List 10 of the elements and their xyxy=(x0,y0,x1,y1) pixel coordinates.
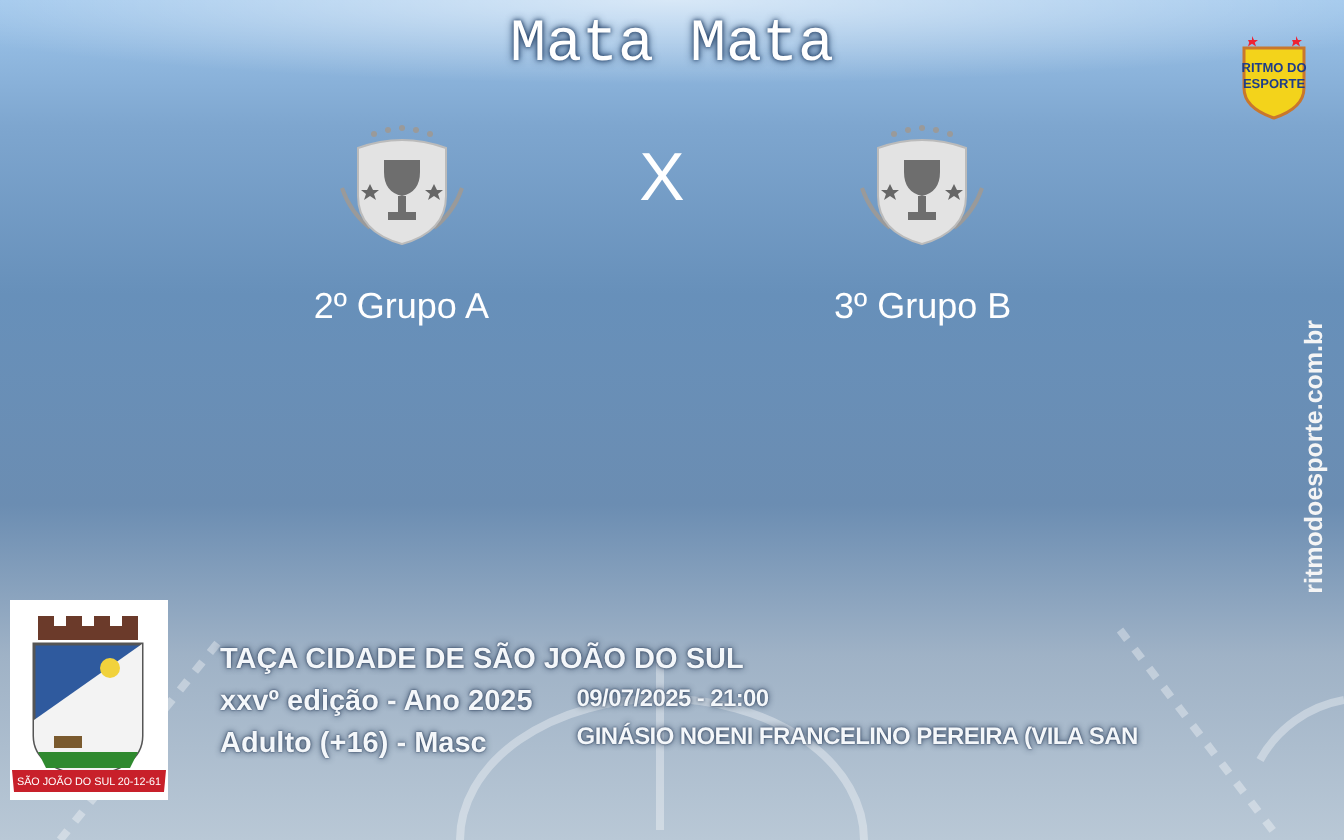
match-datetime: 09/07/2025 - 21:00 xyxy=(576,682,771,717)
poster-title: Mata Mata xyxy=(509,16,835,76)
competition-name: TAÇA CIDADE DE SÃO JOÃO DO SUL xyxy=(220,640,746,680)
edition-text: xxvº edição - Ano 2025 xyxy=(220,684,533,723)
versus-mark: X xyxy=(639,144,685,212)
venue-name: GINÁSIO NOENI FRANCELINO PEREIRA (VILA SAN xyxy=(576,720,1138,755)
team-name: 2º Grupo A xyxy=(313,284,489,330)
team-name: 3º Grupo B xyxy=(834,284,1012,330)
category-text: Adulto (+16) - Masc xyxy=(220,726,489,765)
website-address: ritmodoesporte.com.br xyxy=(1298,320,1331,594)
